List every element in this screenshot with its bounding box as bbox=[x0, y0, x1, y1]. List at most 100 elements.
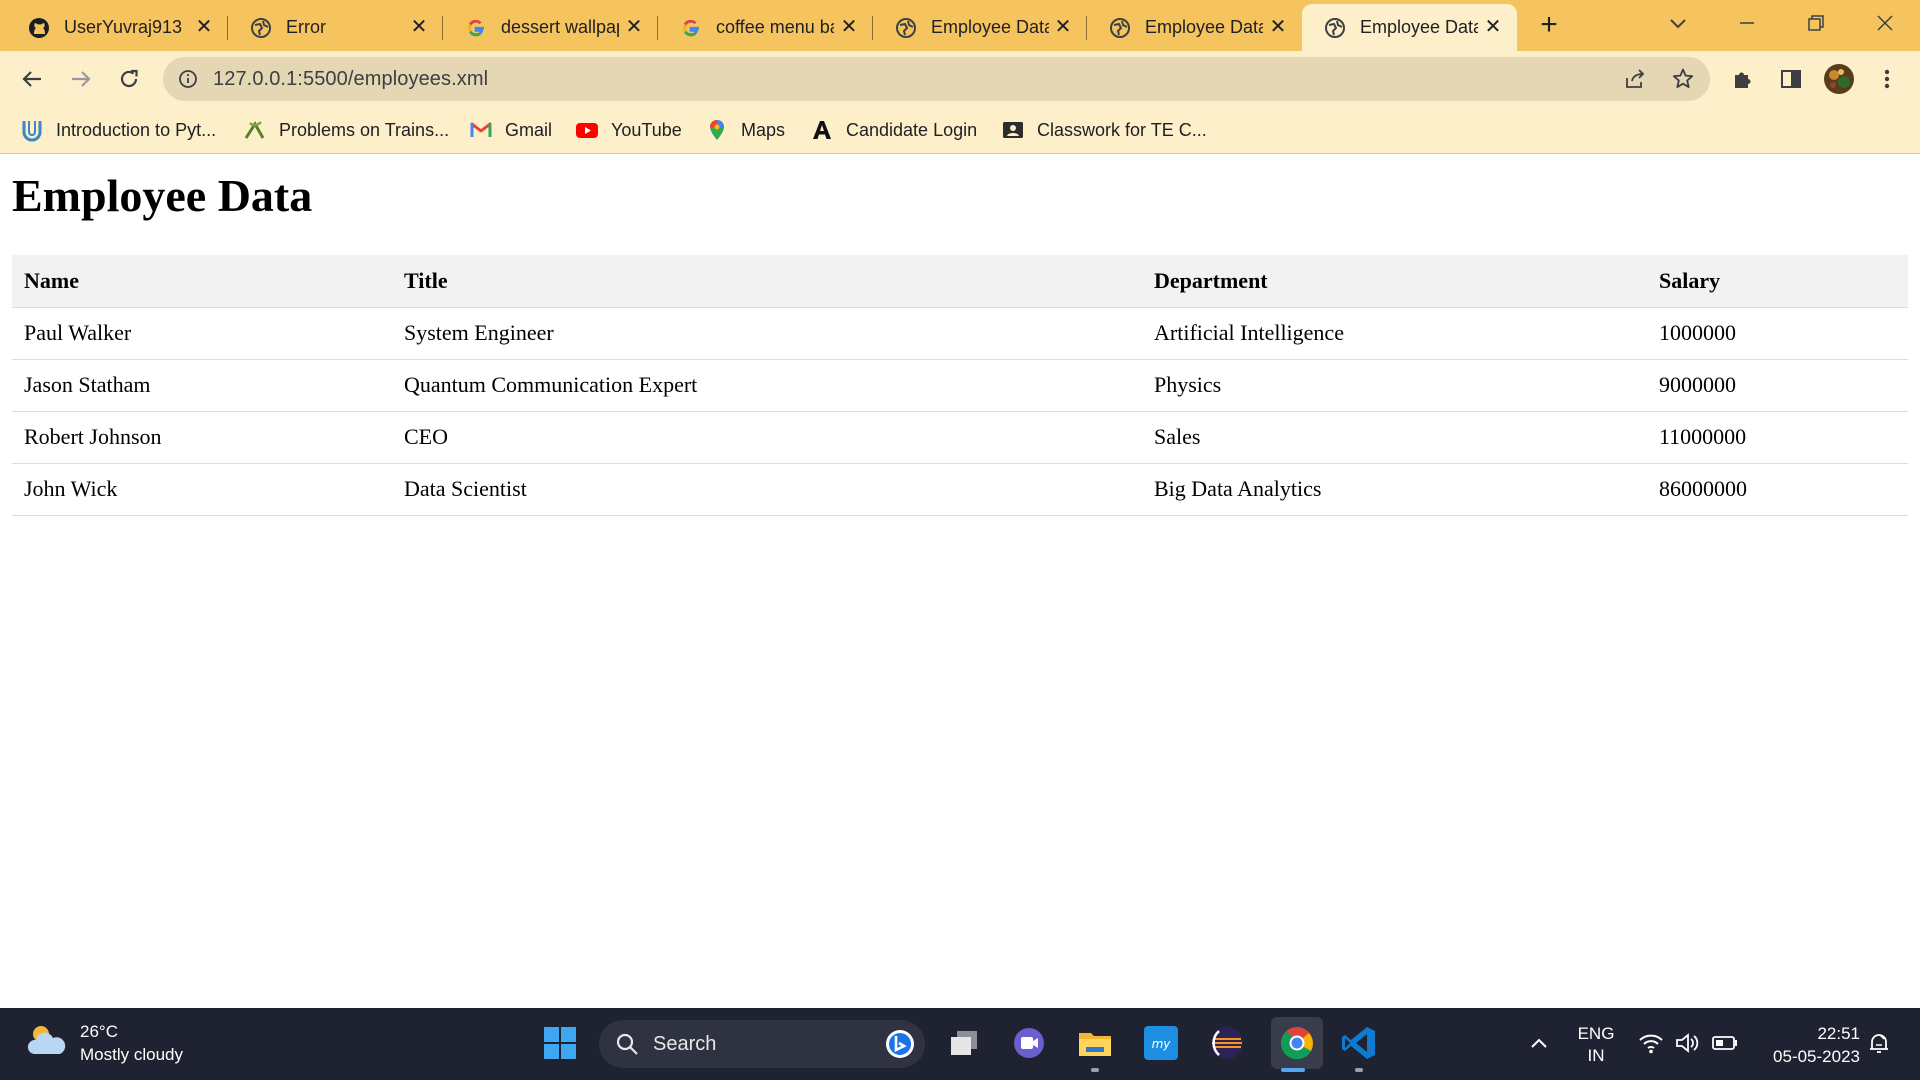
menu-kebab-icon[interactable] bbox=[1871, 63, 1903, 95]
running-indicator bbox=[1355, 1068, 1363, 1072]
tab-title: Employee Data bbox=[1145, 17, 1263, 37]
language-indicator[interactable]: ENG IN bbox=[1574, 1023, 1618, 1067]
tab-employee-data-2[interactable]: Employee Data ✕ bbox=[1087, 4, 1302, 51]
taskbar: 26°C Mostly cloudy Search my ENG IN 22:5… bbox=[0, 1008, 1920, 1080]
bookmark-classwork[interactable]: Classwork for TE C... bbox=[1001, 116, 1207, 144]
address-bar[interactable]: 127.0.0.1:5500/employees.xml bbox=[163, 57, 1710, 101]
bookmark-maps[interactable]: Maps bbox=[705, 116, 785, 144]
bookmark-star-icon[interactable] bbox=[1671, 67, 1695, 91]
close-tab-icon[interactable]: ✕ bbox=[1483, 16, 1503, 38]
chrome-icon[interactable] bbox=[1271, 1017, 1323, 1069]
back-arrow-icon[interactable] bbox=[16, 63, 48, 95]
globe-icon bbox=[895, 17, 917, 39]
reload-icon[interactable] bbox=[113, 63, 145, 95]
close-tab-icon[interactable]: ✕ bbox=[194, 16, 214, 38]
show-hidden-icons-chevron-icon[interactable] bbox=[1517, 1021, 1561, 1065]
maps-icon bbox=[705, 118, 729, 142]
tab-title: coffee menu background bbox=[716, 17, 834, 37]
cloudy-weather-icon bbox=[26, 1022, 68, 1065]
cell-department: Big Data Analytics bbox=[1142, 463, 1647, 516]
tab-title: UserYuvraj9132 bbox=[64, 17, 182, 37]
clock[interactable]: 22:51 05-05-2023 bbox=[1750, 1022, 1860, 1068]
cell-title: CEO bbox=[392, 411, 1142, 464]
cell-name: Robert Johnson bbox=[12, 411, 392, 464]
bookmark-gmail[interactable]: Gmail bbox=[469, 116, 552, 144]
globe-icon bbox=[250, 17, 272, 39]
cell-salary: 1000000 bbox=[1647, 307, 1908, 360]
vscode-icon[interactable] bbox=[1337, 1021, 1381, 1065]
minimize-icon[interactable] bbox=[1725, 8, 1769, 38]
cell-salary: 9000000 bbox=[1647, 359, 1908, 412]
tab-github[interactable]: UserYuvraj9132 ✕ bbox=[6, 4, 228, 51]
site-info-icon[interactable] bbox=[177, 68, 199, 90]
forward-arrow-icon[interactable] bbox=[65, 63, 97, 95]
table-row: Robert Johnson CEO Sales 11000000 bbox=[12, 411, 1908, 464]
tab-title: Error bbox=[286, 17, 326, 37]
close-tab-icon[interactable]: ✕ bbox=[1053, 16, 1073, 38]
github-icon bbox=[28, 17, 50, 39]
bookmark-youtube[interactable]: YouTube bbox=[575, 116, 682, 144]
svg-text:my: my bbox=[1152, 1037, 1172, 1051]
windows-start-icon[interactable] bbox=[538, 1021, 582, 1065]
tab-coffee-menu[interactable]: coffee menu background ✕ bbox=[658, 4, 873, 51]
cell-salary: 86000000 bbox=[1647, 463, 1908, 516]
tab-search-chevron-icon[interactable] bbox=[1656, 8, 1700, 38]
weather-temperature: 26°C bbox=[80, 1022, 118, 1041]
tab-dessert-wallpaper[interactable]: dessert wallpaper ✕ bbox=[443, 4, 658, 51]
column-header-title: Title bbox=[392, 255, 1142, 308]
bing-icon[interactable] bbox=[885, 1029, 915, 1064]
bookmark-problems-on-trains[interactable]: Problems on Trains... bbox=[243, 116, 449, 144]
table-row: Jason Statham Quantum Communication Expe… bbox=[12, 359, 1908, 412]
side-panel-icon[interactable] bbox=[1775, 63, 1807, 95]
close-tab-icon[interactable]: ✕ bbox=[409, 16, 429, 38]
new-tab-button[interactable]: + bbox=[1535, 10, 1563, 40]
cell-title: System Engineer bbox=[392, 307, 1142, 360]
search-icon bbox=[615, 1032, 639, 1061]
extensions-puzzle-icon[interactable] bbox=[1727, 63, 1759, 95]
cell-salary: 11000000 bbox=[1647, 411, 1908, 464]
close-tab-icon[interactable]: ✕ bbox=[624, 16, 644, 38]
restore-icon[interactable] bbox=[1794, 8, 1838, 38]
share-icon[interactable] bbox=[1623, 67, 1647, 91]
myhp-icon[interactable]: my bbox=[1139, 1021, 1183, 1065]
notifications-icon[interactable] bbox=[1857, 1021, 1901, 1065]
table-row: John Wick Data Scientist Big Data Analyt… bbox=[12, 463, 1908, 516]
tab-strip: UserYuvraj9132 ✕ Error ✕ dessert wallpap… bbox=[0, 0, 1920, 51]
bookmark-label: Classwork for TE C... bbox=[1037, 119, 1207, 140]
battery-icon[interactable] bbox=[1703, 1021, 1747, 1065]
file-explorer-icon[interactable] bbox=[1073, 1021, 1117, 1065]
google-icon bbox=[465, 17, 487, 39]
column-header-salary: Salary bbox=[1647, 255, 1908, 308]
tab-error[interactable]: Error ✕ bbox=[228, 4, 443, 51]
bookmark-label: Maps bbox=[741, 119, 786, 140]
weather-widget[interactable]: 26°C Mostly cloudy bbox=[26, 1020, 183, 1066]
chat-icon[interactable] bbox=[1007, 1021, 1051, 1065]
cell-department: Sales bbox=[1142, 411, 1647, 464]
language-code: ENG bbox=[1577, 1024, 1615, 1043]
taskbar-search-box[interactable]: Search bbox=[599, 1020, 925, 1068]
close-window-icon[interactable] bbox=[1863, 8, 1907, 38]
cell-department: Artificial Intelligence bbox=[1142, 307, 1647, 360]
bookmark-candidate-login[interactable]: Candidate Login bbox=[810, 116, 977, 144]
browser-toolbar: 127.0.0.1:5500/employees.xml bbox=[0, 51, 1920, 107]
eclipse-icon[interactable] bbox=[1205, 1021, 1249, 1065]
weather-description: Mostly cloudy bbox=[80, 1045, 183, 1064]
page-content: Employee Data Name Title Department Sala… bbox=[0, 155, 1920, 1008]
bookmark-introduction-to-python[interactable]: Introduction to Pyt... bbox=[20, 116, 216, 144]
cell-name: John Wick bbox=[12, 463, 392, 516]
tab-employee-data-1[interactable]: Employee Data ✕ bbox=[873, 4, 1087, 51]
tab-employee-data-active[interactable]: Employee Data ✕ bbox=[1302, 4, 1517, 51]
bookmark-label: Gmail bbox=[505, 119, 553, 140]
url-text[interactable]: 127.0.0.1:5500/employees.xml bbox=[213, 68, 488, 91]
youtube-icon bbox=[575, 118, 599, 142]
close-tab-icon[interactable]: ✕ bbox=[839, 16, 859, 38]
table-header-row: Name Title Department Salary bbox=[12, 255, 1908, 308]
table-row: Paul Walker System Engineer Artificial I… bbox=[12, 307, 1908, 360]
bookmark-label: Problems on Trains... bbox=[279, 119, 450, 140]
close-tab-icon[interactable]: ✕ bbox=[1268, 16, 1288, 38]
profile-avatar[interactable] bbox=[1823, 63, 1855, 95]
task-view-icon[interactable] bbox=[942, 1021, 986, 1065]
tab-title: dessert wallpaper bbox=[501, 17, 619, 37]
bookmark-label: Candidate Login bbox=[846, 119, 978, 140]
column-header-department: Department bbox=[1142, 255, 1647, 308]
